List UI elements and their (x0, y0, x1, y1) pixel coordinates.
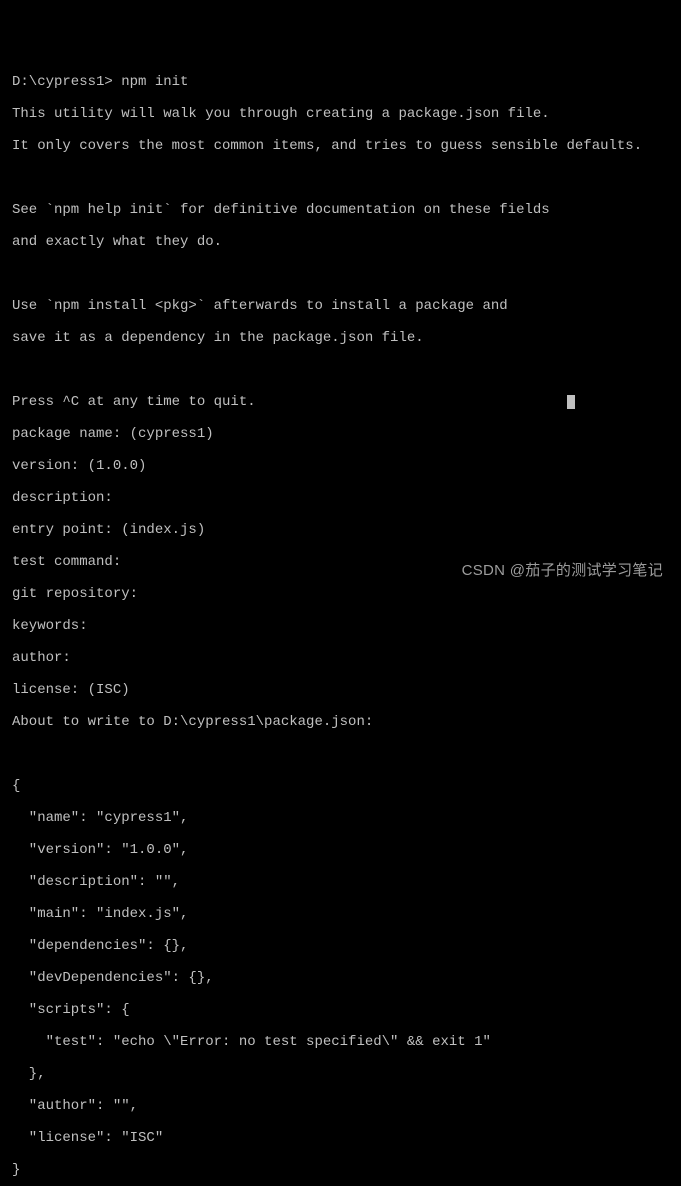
prompt-description[interactable]: description: (12, 490, 669, 506)
prompt-path: D:\cypress1> (12, 74, 113, 90)
json-dev-dependencies: "devDependencies": {}, (12, 970, 669, 986)
json-close: } (12, 1162, 669, 1178)
intro-line-3: See `npm help init` for definitive docum… (12, 202, 669, 218)
prompt-author[interactable]: author: (12, 650, 669, 666)
intro-line-7: Press ^C at any time to quit. (12, 394, 669, 410)
press-text: Press ^C at any time to quit. (12, 394, 256, 410)
intro-line-5: Use `npm install <pkg>` afterwards to in… (12, 298, 669, 314)
prompt-keywords[interactable]: keywords: (12, 618, 669, 634)
intro-line-2: It only covers the most common items, an… (12, 138, 669, 154)
about-to-write: About to write to D:\cypress1\package.js… (12, 714, 669, 730)
json-dependencies: "dependencies": {}, (12, 938, 669, 954)
blank-line (12, 170, 669, 186)
json-name: "name": "cypress1", (12, 810, 669, 826)
json-scripts-open: "scripts": { (12, 1002, 669, 1018)
prompt-version[interactable]: version: (1.0.0) (12, 458, 669, 474)
prompt-package-name[interactable]: package name: (cypress1) (12, 426, 669, 442)
cursor-icon (567, 395, 575, 409)
intro-line-4: and exactly what they do. (12, 234, 669, 250)
prompt-entry-point[interactable]: entry point: (index.js) (12, 522, 669, 538)
json-author: "author": "", (12, 1098, 669, 1114)
json-main: "main": "index.js", (12, 906, 669, 922)
prompt-license[interactable]: license: (ISC) (12, 682, 669, 698)
json-version: "version": "1.0.0", (12, 842, 669, 858)
blank-line (12, 266, 669, 282)
json-scripts-close: }, (12, 1066, 669, 1082)
prompt-git-repository[interactable]: git repository: (12, 586, 669, 602)
prompt-line[interactable]: D:\cypress1> npm init (12, 74, 669, 90)
blank-line (12, 362, 669, 378)
intro-line-1: This utility will walk you through creat… (12, 106, 669, 122)
blank-line (12, 746, 669, 762)
json-license: "license": "ISC" (12, 1130, 669, 1146)
json-description: "description": "", (12, 874, 669, 890)
intro-line-6: save it as a dependency in the package.j… (12, 330, 669, 346)
watermark: CSDN @茄子的测试学习笔记 (462, 563, 663, 579)
json-open: { (12, 778, 669, 794)
json-test: "test": "echo \"Error: no test specified… (12, 1034, 669, 1050)
prompt-command: npm init (121, 74, 188, 90)
